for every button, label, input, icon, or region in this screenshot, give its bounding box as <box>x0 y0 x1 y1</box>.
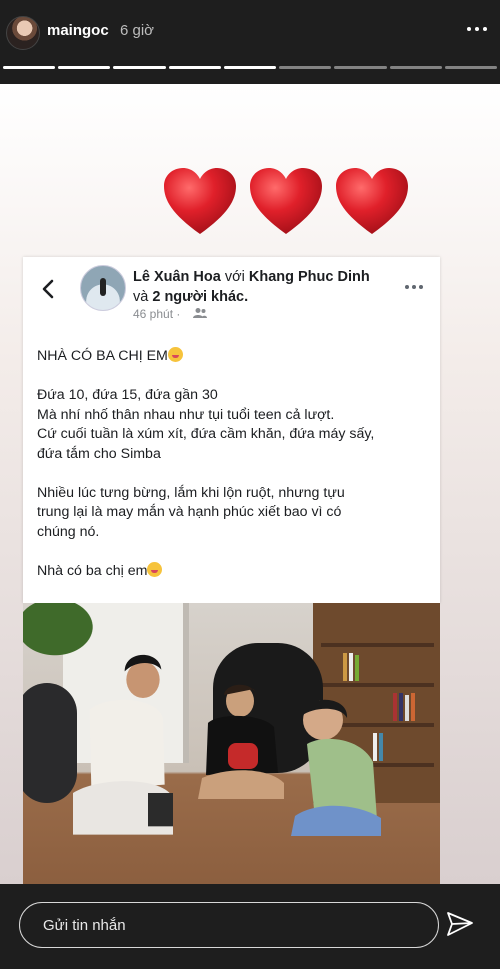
tongue-emoji-icon <box>147 561 163 577</box>
friends-icon <box>193 308 207 318</box>
heart-icon <box>248 166 324 238</box>
others-text: 2 người khác. <box>152 289 249 305</box>
post-author-line: Lê Xuân Hoa với Khang Phuc Dinh và 2 ngư… <box>133 267 383 307</box>
story-header: maingoc 6 giờ <box>0 0 500 84</box>
post-line: chúng nó. <box>37 523 100 540</box>
post-line: Mà nhí nhố thân nhau như tụi tuổi teen c… <box>37 406 335 423</box>
progress-segment <box>168 66 221 69</box>
message-input[interactable]: Gửi tin nhắn <box>19 902 439 948</box>
progress-segment <box>444 66 497 69</box>
progress-segment <box>389 66 442 69</box>
boy-figure <box>73 654 173 835</box>
progress-segment <box>3 66 56 69</box>
child-figure <box>291 699 381 836</box>
author-name: Lê Xuân Hoa <box>133 269 221 285</box>
meta-separator: · <box>176 307 181 321</box>
post-author-avatar <box>80 265 126 311</box>
post-time: 6 giờ <box>120 22 155 39</box>
back-arrow-icon <box>42 279 54 299</box>
more-options-icon[interactable] <box>462 14 492 44</box>
tagged-name: Khang Phuc Dinh <box>248 269 370 285</box>
girl-figure <box>198 684 284 799</box>
story-content[interactable]: Lê Xuân Hoa với Khang Phuc Dinh và 2 ngư… <box>0 84 500 884</box>
heart-icon <box>334 166 410 238</box>
message-placeholder: Gửi tin nhắn <box>43 917 126 934</box>
family-photo <box>23 603 440 884</box>
kissing-emoji-icon <box>167 347 183 362</box>
username[interactable]: maingoc <box>47 22 109 39</box>
post-line: đứa tắm cho Simba <box>37 445 161 462</box>
post-line: Cứ cuối tuần là xúm xít, đứa cầm khăn, đ… <box>37 426 375 442</box>
progress-segment <box>223 66 277 69</box>
post-line-1: NHÀ CÓ BA CHỊ EM <box>37 348 168 364</box>
paper-plane-icon[interactable] <box>446 910 474 938</box>
post-last-line: Nhà có ba chị em <box>37 562 148 579</box>
reply-bar: Gửi tin nhắn <box>0 884 500 969</box>
story-progress <box>3 66 497 69</box>
facebook-post-screenshot: Lê Xuân Hoa với Khang Phuc Dinh và 2 ngư… <box>23 257 440 603</box>
post-line: Nhiều lúc tưng bừng, lắm khi lộn ruột, n… <box>37 484 345 501</box>
progress-segment <box>279 66 332 69</box>
with-text: với <box>224 269 245 285</box>
avatar[interactable] <box>6 16 40 50</box>
post-line: Đứa 10, đứa 15, đứa gần 30 <box>37 387 218 403</box>
progress-segment <box>58 66 111 69</box>
heart-icon <box>162 166 238 238</box>
post-more-icon <box>403 285 424 289</box>
post-time-ago: 46 phút <box>133 307 174 321</box>
post-body: NHÀ CÓ BA CHỊ EM Đứa 10, đứa 15, đứa gần… <box>37 347 432 601</box>
progress-segment <box>334 66 387 69</box>
and-text: và <box>133 289 149 305</box>
hearts-group <box>162 166 412 246</box>
post-meta: 46 phút · <box>133 307 180 321</box>
progress-segment <box>113 66 166 69</box>
post-line: trung lại là may mắn và hạnh phúc xiết b… <box>37 504 342 520</box>
